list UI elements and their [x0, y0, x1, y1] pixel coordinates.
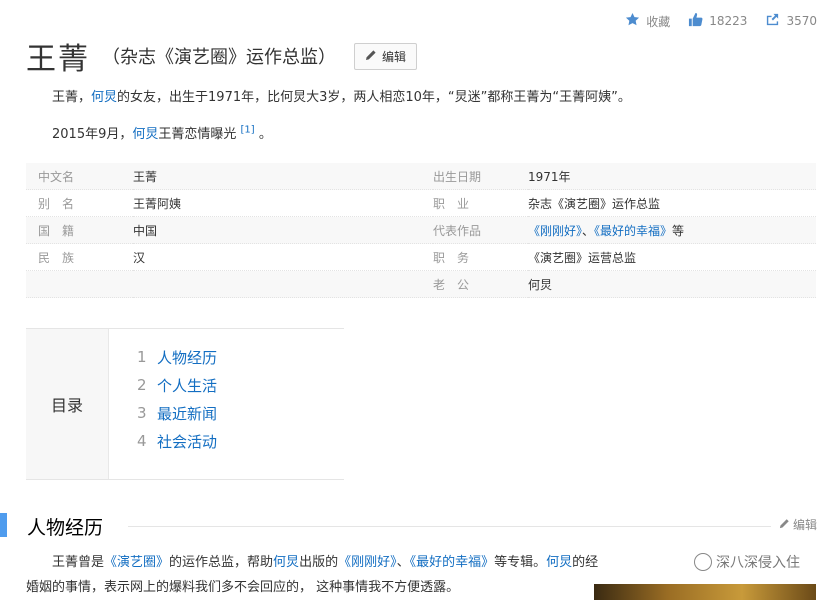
- toc-number: 4: [137, 432, 147, 450]
- info-value: 中国: [133, 216, 433, 244]
- like-count: 18223: [709, 14, 748, 28]
- info-suffix: 等: [672, 223, 685, 238]
- info-row: 国 籍 中国 代表作品 《刚刚好》、《最好的幸福》等: [26, 216, 816, 244]
- info-value: 杂志《演艺圈》运作总监: [528, 189, 816, 217]
- info-label: 中文名: [26, 163, 133, 190]
- info-value-empty: [133, 270, 433, 298]
- favorite-button[interactable]: 收藏: [625, 12, 670, 30]
- page-title: 王菁: [26, 42, 90, 77]
- edit-button[interactable]: 编辑: [354, 42, 418, 70]
- intro-text: 。: [258, 127, 272, 142]
- table-of-contents: 目录 1 人物经历 2 个人生活 3 最近新闻 4 社会活动: [26, 328, 344, 480]
- share-count: 3570: [786, 14, 817, 28]
- info-label: 别 名: [26, 189, 133, 217]
- toc-item[interactable]: 1 人物经历: [137, 343, 217, 371]
- body-text: 出版的: [299, 555, 339, 570]
- edit-label: 编辑: [382, 49, 407, 64]
- info-label-empty: [26, 270, 133, 298]
- like-button[interactable]: 18223: [688, 12, 747, 30]
- info-value: 《演艺圈》运营总监: [528, 243, 816, 271]
- info-label: 出生日期: [433, 163, 528, 190]
- info-row: 老 公 何炅: [26, 270, 816, 298]
- intro-text: 王菁，: [52, 90, 92, 105]
- toc-item[interactable]: 2 个人生活: [137, 371, 217, 399]
- section-accent-bar: [0, 513, 7, 537]
- intro-text: 2015年9月，: [52, 127, 133, 142]
- info-value: 1971年: [528, 163, 816, 190]
- toc-list: 1 人物经历 2 个人生活 3 最近新闻 4 社会活动: [109, 329, 217, 479]
- section-edit-button[interactable]: 编辑: [779, 516, 817, 533]
- toc-number: 1: [137, 348, 147, 366]
- info-value: 何炅: [528, 270, 816, 298]
- share-icon: [765, 12, 780, 30]
- link-gang-gang-hao[interactable]: 《刚刚好》: [528, 224, 582, 238]
- info-label: 职 业: [433, 189, 528, 217]
- toc-number: 3: [137, 404, 147, 422]
- article-photo[interactable]: [594, 584, 816, 600]
- info-value: 汉: [133, 243, 433, 271]
- info-label: 代表作品: [433, 216, 528, 244]
- link-zui-hao-de-xing-fu[interactable]: 《最好的幸福》: [410, 555, 495, 570]
- section-paragraph-line-2: 婚姻的事情，表示网上的爆料我们多不会回应的， 这种事情我不方便透露。: [26, 580, 460, 595]
- link-yan-yi-quan[interactable]: 《演艺圈》: [104, 555, 169, 570]
- toc-link[interactable]: 人物经历: [157, 347, 217, 368]
- favorite-label: 收藏: [646, 14, 671, 29]
- body-text: 王菁曾是: [52, 555, 105, 570]
- link-zui-hao-de-xing-fu[interactable]: 《最好的幸福》: [594, 224, 672, 238]
- info-label: 国 籍: [26, 216, 133, 244]
- info-value: 王菁阿姨: [133, 189, 433, 217]
- intro-text: 的女友，出生于1971年，比何炅大3岁，两人相恋10年，“炅迷”都称王菁为“王菁…: [117, 90, 631, 105]
- star-icon: [625, 12, 640, 30]
- toc-link[interactable]: 社会活动: [157, 431, 217, 452]
- separator: 、: [582, 223, 595, 238]
- share-button[interactable]: 3570: [765, 12, 817, 30]
- intro-paragraph-1: 王菁，何炅的女友，出生于1971年，比何炅大3岁，两人相恋10年，“炅迷”都称王…: [52, 86, 631, 105]
- body-text: 的运作总监，帮助: [169, 555, 274, 570]
- body-text: 、: [396, 555, 410, 570]
- section-divider: [128, 526, 771, 527]
- body-text: 的经: [572, 555, 599, 570]
- info-row: 别 名 王菁阿姨 职 业 杂志《演艺圈》运作总监: [26, 189, 816, 217]
- wechat-icon: [694, 553, 712, 571]
- info-row: 中文名 王菁 出生日期 1971年: [26, 163, 816, 190]
- info-label: 民 族: [26, 243, 133, 271]
- toc-link[interactable]: 个人生活: [157, 375, 217, 396]
- reference-link[interactable]: [1]: [241, 125, 255, 136]
- link-he-jiong[interactable]: 何炅: [132, 127, 158, 142]
- intro-text: 王菁恋情曝光: [158, 127, 237, 142]
- info-label: 老 公: [433, 270, 528, 298]
- pencil-icon: [365, 49, 377, 64]
- top-actions: 收藏 18223 3570: [625, 12, 817, 30]
- info-value: 《刚刚好》、《最好的幸福》等: [528, 216, 816, 244]
- page-header: 王菁 （杂志《演艺圈》运作总监） 编辑: [26, 34, 418, 78]
- watermark: 深八深侵入住: [690, 551, 804, 573]
- toc-item[interactable]: 4 社会活动: [137, 427, 217, 455]
- section-edit-label: 编辑: [792, 518, 817, 532]
- info-box: 中文名 王菁 出生日期 1971年 别 名 王菁阿姨 职 业 杂志《演艺圈》运作…: [26, 163, 816, 298]
- info-value: 王菁: [133, 163, 433, 190]
- thumbs-up-icon: [688, 12, 703, 30]
- info-row: 民 族 汉 职 务 《演艺圈》运营总监: [26, 243, 816, 271]
- toc-heading: 目录: [26, 329, 109, 479]
- toc-link[interactable]: 最近新闻: [157, 403, 217, 424]
- page-subtitle: （杂志《演艺圈》运作总监）: [102, 47, 336, 68]
- section-title: 人物经历: [27, 517, 104, 539]
- link-gang-gang-hao[interactable]: 《刚刚好》: [338, 555, 397, 570]
- toc-number: 2: [137, 376, 147, 394]
- info-label: 职 务: [433, 243, 528, 271]
- body-text: 等专辑。: [494, 555, 547, 570]
- pencil-icon: [779, 518, 790, 532]
- toc-item[interactable]: 3 最近新闻: [137, 399, 217, 427]
- link-he-jiong[interactable]: 何炅: [91, 90, 117, 105]
- link-he-jiong[interactable]: 何炅: [273, 555, 299, 570]
- intro-paragraph-2: 2015年9月，何炅王菁恋情曝光 [1] 。: [52, 123, 272, 142]
- watermark-text: 深八深侵入住: [716, 555, 800, 571]
- link-he-jiong[interactable]: 何炅: [546, 555, 572, 570]
